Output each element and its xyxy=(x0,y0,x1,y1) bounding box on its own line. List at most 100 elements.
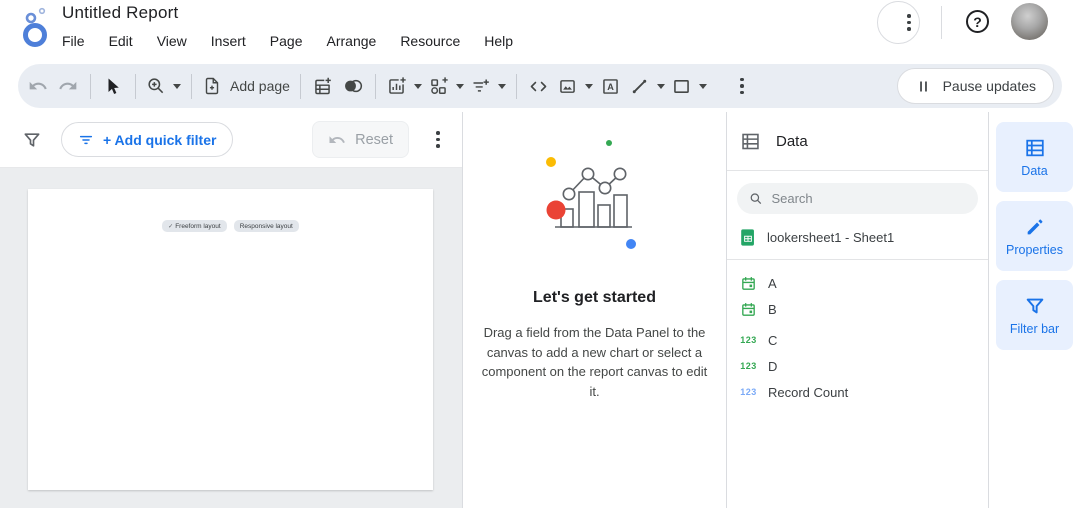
kebab-menu-icon xyxy=(901,14,917,31)
getting-started-panel: Let's get started Drag a field from the … xyxy=(463,112,727,508)
help-icon[interactable]: ? xyxy=(966,10,989,33)
community-visualizations-button[interactable] xyxy=(425,69,467,103)
text-box-button[interactable]: A xyxy=(596,69,626,103)
field-row-a[interactable]: A xyxy=(740,270,975,296)
numeric-type-icon: 123 xyxy=(740,361,757,371)
calendar-icon xyxy=(740,301,757,318)
data-panel-title: Data xyxy=(776,133,808,150)
add-chart-button[interactable] xyxy=(383,69,425,103)
field-list: A B 123 C 123 D 123 Record Count xyxy=(727,260,988,405)
svg-text:A: A xyxy=(608,82,615,92)
filter-bar-more-button[interactable] xyxy=(430,131,446,148)
field-name: B xyxy=(768,302,777,317)
quick-filter-bar: + Add quick filter Reset xyxy=(0,112,462,168)
zoom-tool-button[interactable] xyxy=(143,69,184,103)
add-page-button[interactable]: Add page xyxy=(199,69,293,103)
numeric-type-icon: 123 xyxy=(740,335,757,345)
community-viz-icon xyxy=(428,76,449,97)
image-icon xyxy=(557,76,578,97)
toolbar-divider xyxy=(300,74,301,99)
shape-tool-button[interactable] xyxy=(668,69,710,103)
undo-button[interactable] xyxy=(23,69,53,103)
pause-updates-label: Pause updates xyxy=(943,78,1036,94)
select-tool-button[interactable] xyxy=(98,69,128,103)
add-page-label: Add page xyxy=(230,78,290,94)
add-data-icon xyxy=(312,76,333,97)
line-tool-button[interactable] xyxy=(626,69,668,103)
red-dot xyxy=(546,201,565,220)
toolbar-more-button[interactable] xyxy=(710,69,753,103)
dropdown-caret-icon xyxy=(657,84,665,89)
kebab-menu-icon xyxy=(734,78,750,95)
data-panel: Data lookersheet1 - Sheet1 A B xyxy=(727,112,989,508)
toolbar-divider xyxy=(516,74,517,99)
menu-edit[interactable]: Edit xyxy=(109,33,133,49)
rail-data-label: Data xyxy=(1021,164,1047,178)
redo-icon xyxy=(58,76,78,96)
blend-data-button[interactable] xyxy=(338,69,368,103)
menu-view[interactable]: View xyxy=(157,33,187,49)
looker-studio-logo xyxy=(18,6,54,52)
line-icon xyxy=(629,76,650,97)
canvas-panel: + Add quick filter Reset ✓ Freeform layo… xyxy=(0,112,463,508)
rail-properties-button[interactable]: Properties xyxy=(996,201,1073,271)
pause-updates-button[interactable]: Pause updates xyxy=(897,68,1054,104)
add-chart-icon xyxy=(386,76,407,97)
green-dot xyxy=(606,140,612,146)
blend-data-icon xyxy=(341,76,365,96)
getting-started-title: Let's get started xyxy=(533,289,656,307)
data-source-row[interactable]: lookersheet1 - Sheet1 xyxy=(727,214,988,259)
embed-url-button[interactable] xyxy=(524,69,554,103)
rail-data-button[interactable]: Data xyxy=(996,122,1073,192)
search-box[interactable] xyxy=(737,183,978,214)
menu-file[interactable]: File xyxy=(62,33,85,49)
add-data-button[interactable] xyxy=(308,69,338,103)
add-quick-filter-label: + Add quick filter xyxy=(103,132,216,148)
menu-page[interactable]: Page xyxy=(270,33,303,49)
menu-resource[interactable]: Resource xyxy=(400,33,460,49)
field-row-record-count[interactable]: 123 Record Count xyxy=(740,379,975,405)
field-name: D xyxy=(768,359,777,374)
report-page[interactable]: ✓ Freeform layout Responsive layout xyxy=(28,189,433,490)
report-title[interactable]: Untitled Report xyxy=(62,3,178,23)
layout-chips: ✓ Freeform layout Responsive layout xyxy=(28,189,433,232)
menu-arrange[interactable]: Arrange xyxy=(327,33,377,49)
pencil-icon xyxy=(1024,216,1046,238)
cursor-icon xyxy=(104,77,122,95)
data-panel-header: Data xyxy=(727,112,988,171)
menu-help[interactable]: Help xyxy=(484,33,513,49)
freeform-layout-chip[interactable]: ✓ Freeform layout xyxy=(162,220,227,232)
undo-icon xyxy=(28,76,48,96)
rail-filter-bar-button[interactable]: Filter bar xyxy=(996,280,1073,350)
toolbar-divider xyxy=(191,74,192,99)
search-input[interactable] xyxy=(771,191,966,206)
menu-insert[interactable]: Insert xyxy=(211,33,246,49)
user-avatar[interactable] xyxy=(1011,3,1048,40)
reset-undo-icon xyxy=(328,131,346,149)
looker-studio-app: Untitled Report File Edit View Insert Pa… xyxy=(0,0,1080,508)
field-name: C xyxy=(768,333,777,348)
field-row-c[interactable]: 123 C xyxy=(740,327,975,353)
field-name: Record Count xyxy=(768,385,848,400)
redo-button[interactable] xyxy=(53,69,83,103)
more-options-button[interactable] xyxy=(877,1,920,44)
add-control-button[interactable] xyxy=(467,69,509,103)
add-quick-filter-button[interactable]: + Add quick filter xyxy=(61,122,233,157)
responsive-layout-chip[interactable]: Responsive layout xyxy=(234,220,299,232)
field-row-d[interactable]: 123 D xyxy=(740,353,975,379)
filter-funnel-icon xyxy=(22,130,42,150)
text-box-icon: A xyxy=(600,76,621,97)
check-icon: ✓ xyxy=(168,223,173,230)
reset-button[interactable]: Reset xyxy=(312,121,409,158)
main-area: + Add quick filter Reset ✓ Freeform layo… xyxy=(0,112,1080,508)
dropdown-caret-icon xyxy=(498,84,506,89)
google-sheets-icon xyxy=(740,229,756,246)
data-table-icon xyxy=(1024,137,1046,159)
rail-properties-label: Properties xyxy=(1006,243,1063,257)
embed-icon xyxy=(528,76,549,97)
report-canvas-background: ✓ Freeform layout Responsive layout xyxy=(0,168,462,508)
freeform-layout-label: Freeform layout xyxy=(175,223,221,230)
data-source-name: lookersheet1 - Sheet1 xyxy=(767,230,894,245)
field-row-b[interactable]: B xyxy=(740,296,975,322)
insert-image-button[interactable] xyxy=(554,69,596,103)
